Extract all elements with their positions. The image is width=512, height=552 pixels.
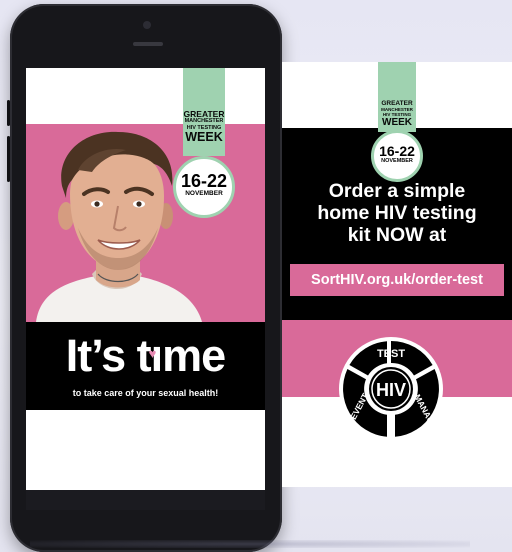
- poster-testing-week-badge: GREATER MANCHESTER HIV TESTING WEEK 16-2…: [371, 62, 425, 182]
- badge-date-circle: 16-22 NOVEMBER: [173, 156, 235, 218]
- headline-part2: me: [162, 330, 226, 381]
- order-kit-text: Order a simple home HIV testing kit NOW …: [282, 180, 512, 246]
- phone-volume-button: [7, 136, 10, 182]
- poster-badge-line1: GREATER: [381, 100, 413, 107]
- badge-dates: 16-22: [180, 171, 228, 191]
- poster-panel: GREATER MANCHESTER HIV TESTING WEEK 16-2…: [282, 62, 512, 487]
- poster-badge-line4: WEEK: [382, 117, 412, 128]
- badge-line2: MANCHESTER: [184, 118, 224, 124]
- testing-week-badge: GREATER MANCHESTER HIV TESTING WEEK 16-2…: [173, 68, 235, 218]
- floor-shadow: [30, 540, 470, 548]
- phone-speaker: [133, 42, 163, 46]
- its-time-headline: It’s tı ♥ me: [26, 330, 265, 382]
- order-line1: Order a simple: [328, 180, 466, 202]
- phone-mockup: GREATER MANCHESTER HIV TESTING WEEK 16-2…: [7, 4, 285, 552]
- phone-black-banner: It’s tı ♥ me to take care of your sexual h…: [26, 322, 265, 410]
- phone-camera-icon: [143, 21, 151, 29]
- badge-line1: GREATER: [183, 109, 225, 119]
- dotless-i: ı ♥: [148, 330, 163, 381]
- poster-badge-ribbon: GREATER MANCHESTER HIV TESTING WEEK: [378, 62, 416, 132]
- poster-its-time: It’s time: [370, 306, 424, 322]
- logo-center-text: HIV: [376, 380, 406, 400]
- logo-top-text: TEST: [377, 348, 405, 360]
- phone-side-button: [7, 100, 10, 126]
- badge-line4: WEEK: [185, 130, 223, 144]
- test-prevent-manage-logo: HIV TEST MANAGE PREVENT: [339, 337, 443, 441]
- phone-bottom-bezel: [26, 490, 265, 510]
- phone-screen: GREATER MANCHESTER HIV TESTING WEEK 16-2…: [26, 68, 265, 490]
- poster-badge-date-circle: 16-22 NOVEMBER: [371, 130, 423, 182]
- order-line3: kit NOW at: [347, 224, 447, 246]
- badge-ribbon: GREATER MANCHESTER HIV TESTING WEEK: [183, 68, 225, 156]
- order-line2: home HIV testing: [317, 202, 477, 224]
- badge-month: NOVEMBER: [185, 190, 223, 197]
- heart-icon: ♥: [148, 346, 157, 361]
- headline-part1: It’s t: [65, 330, 152, 381]
- poster-badge-dates: 16-22: [379, 143, 415, 159]
- poster-badge-month: NOVEMBER: [381, 158, 413, 164]
- phone-tagline: to take care of your sexual health!: [72, 388, 219, 398]
- order-url-link[interactable]: SortHIV.org.uk/order-test: [290, 264, 504, 296]
